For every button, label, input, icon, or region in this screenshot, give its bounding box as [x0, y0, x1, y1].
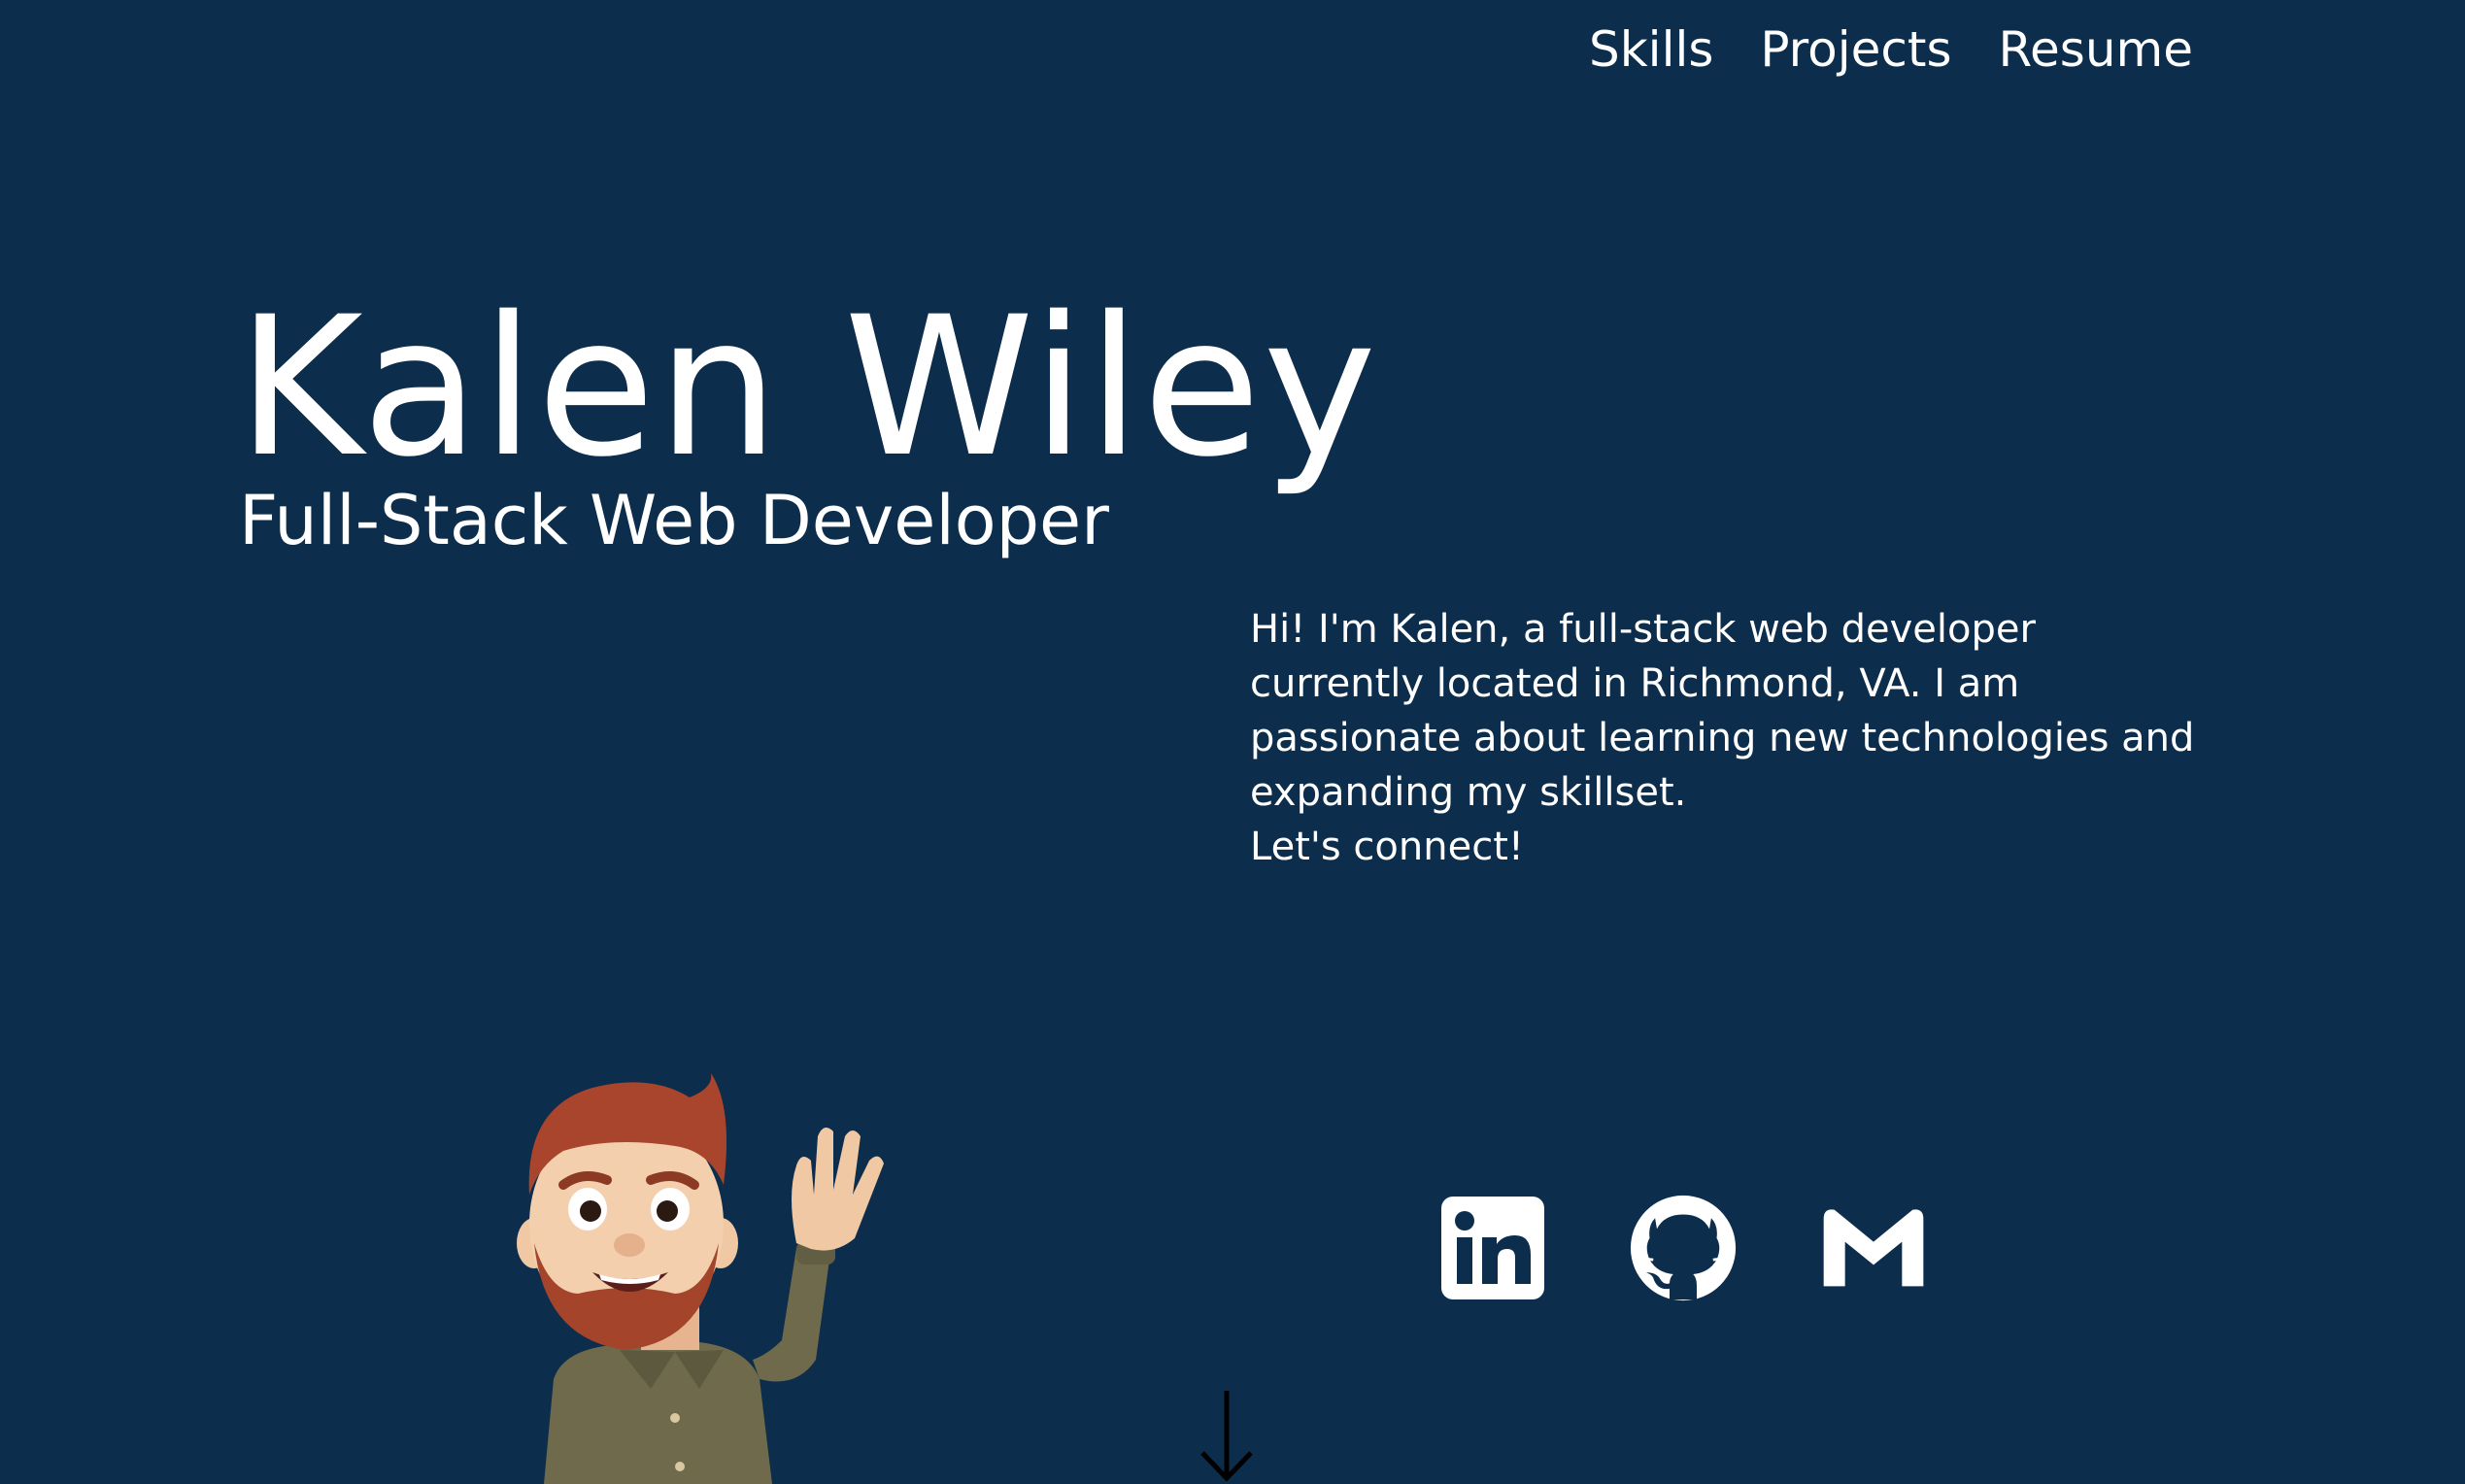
social-links	[1439, 1195, 1927, 1301]
portfolio-page: Skills Projects Resume Kalen Wiley Full-…	[0, 0, 2465, 1484]
bio-section: Hi! I'm Kalen, a full-stack web develope…	[1250, 602, 2221, 874]
nav-link-resume[interactable]: Resume	[1999, 21, 2193, 78]
scroll-down-arrow[interactable]	[1197, 1389, 1257, 1484]
memoji-waving-avatar	[505, 1068, 913, 1484]
gmail-link[interactable]	[1820, 1195, 1927, 1301]
github-link[interactable]	[1630, 1195, 1737, 1301]
top-nav: Skills Projects Resume	[1589, 21, 2193, 78]
bio-paragraph: Hi! I'm Kalen, a full-stack web develope…	[1250, 607, 2195, 815]
linkedin-link[interactable]	[1439, 1195, 1546, 1301]
arrow-down-icon	[1200, 1391, 1253, 1482]
bio-cta: Let's connect!	[1250, 825, 1524, 869]
nav-link-skills[interactable]: Skills	[1589, 21, 1713, 78]
linkedin-icon	[1441, 1197, 1544, 1299]
gmail-icon	[1823, 1209, 1924, 1287]
github-icon	[1630, 1195, 1737, 1301]
hero-name: Kalen Wiley	[237, 275, 1379, 499]
nav-link-projects[interactable]: Projects	[1760, 21, 1951, 78]
hero-subtitle: Full-Stack Web Developer	[239, 481, 1109, 560]
